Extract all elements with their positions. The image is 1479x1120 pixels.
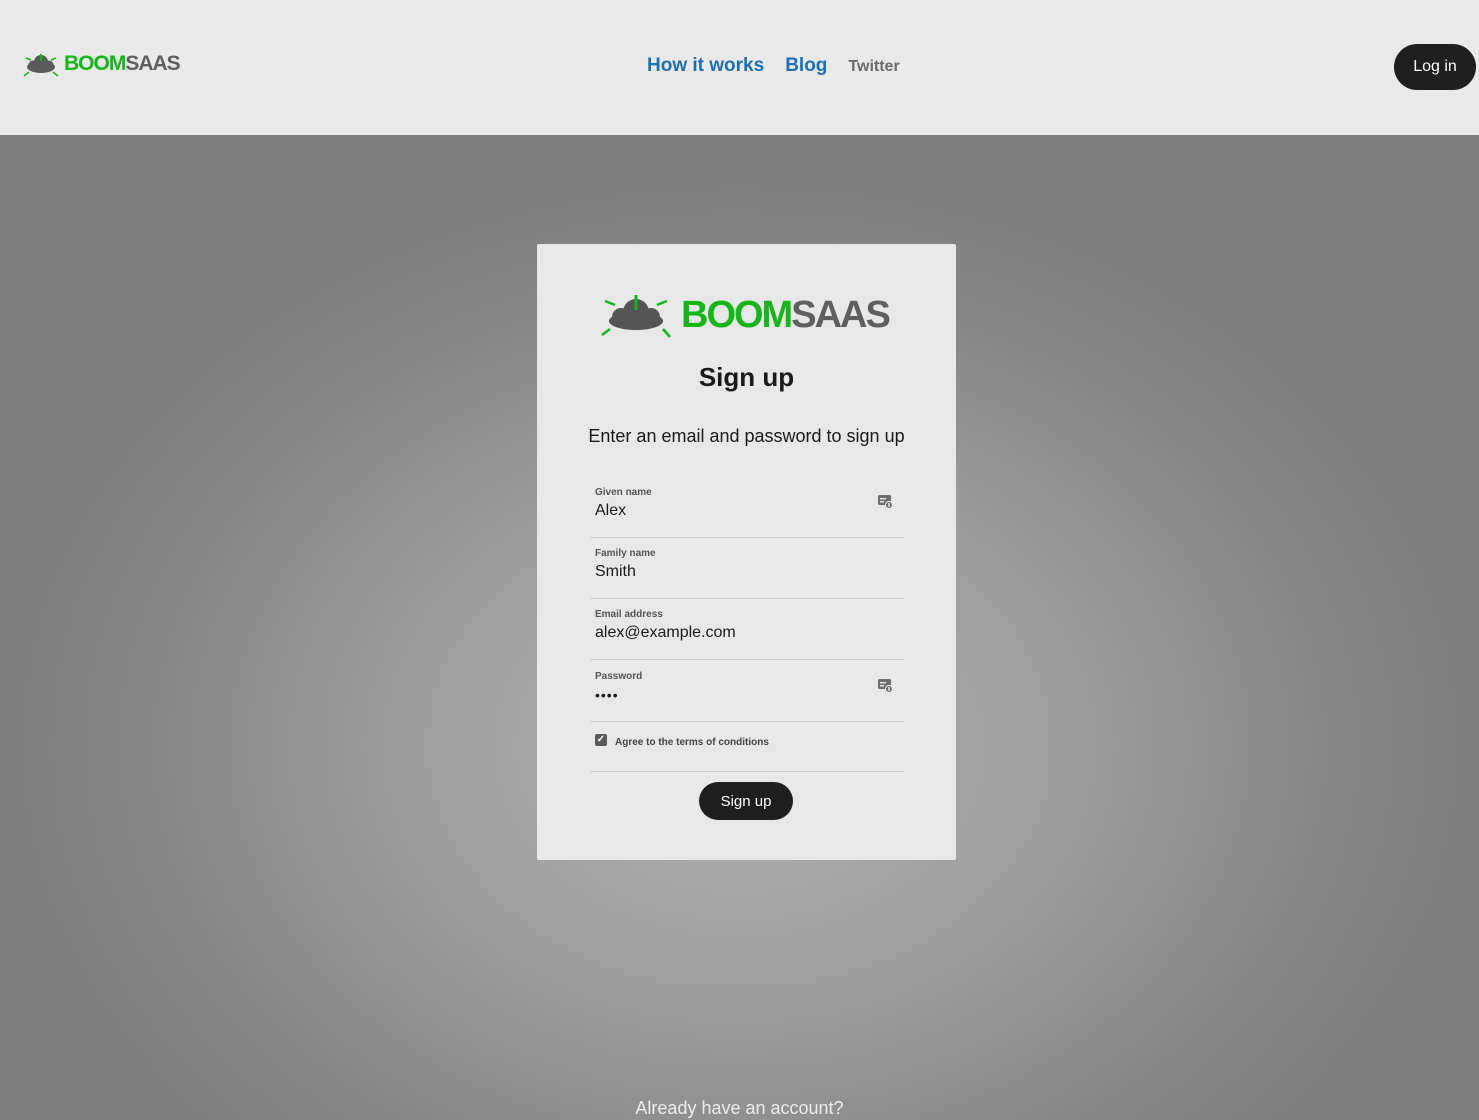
password-input[interactable] <box>595 683 865 707</box>
signup-card: BOOMSAAS Sign up Enter an email and pass… <box>537 244 956 860</box>
already-have-account-link[interactable]: Already have an account? <box>0 1098 1479 1119</box>
logo-word-saas: SAAS <box>125 52 180 75</box>
logo-wordmark: BOOMSAAS <box>681 292 891 338</box>
signup-instructions: Enter an email and password to sign up <box>588 426 905 446</box>
page-title: Sign up <box>698 362 795 392</box>
email-input[interactable] <box>595 621 865 645</box>
nav-blog[interactable]: Blog <box>785 55 827 77</box>
email-label: Email address <box>595 609 663 620</box>
nav-twitter[interactable]: Twitter <box>848 58 899 76</box>
logo-wordmark: BOOMSAAS <box>64 50 181 78</box>
signup-button[interactable]: Sign up <box>699 782 793 820</box>
contact-card-icon[interactable] <box>877 677 893 693</box>
family-name-input[interactable] <box>595 560 865 584</box>
main-nav: How it works Blog Twitter <box>647 55 900 77</box>
contact-card-icon[interactable] <box>877 493 893 509</box>
terms-label[interactable]: Agree to the terms of conditions <box>615 737 769 748</box>
cloud-power-icon <box>601 295 671 338</box>
logo-word-boom: BOOM <box>64 52 126 75</box>
login-button[interactable]: Log in <box>1394 44 1476 90</box>
family-name-field[interactable]: Family name <box>590 538 904 599</box>
nav-how-it-works[interactable]: How it works <box>647 55 764 77</box>
given-name-input[interactable] <box>595 499 865 523</box>
checkmark-icon: ✓ <box>596 734 606 745</box>
family-name-label: Family name <box>595 548 656 559</box>
given-name-label: Given name <box>595 487 652 498</box>
header-logo[interactable]: BOOMSAAS <box>22 50 181 78</box>
card-logo: BOOMSAAS <box>599 292 891 338</box>
given-name-field[interactable]: Given name <box>590 477 904 538</box>
password-label: Password <box>595 671 643 682</box>
email-field[interactable]: Email address <box>590 599 904 660</box>
cloud-power-icon <box>23 54 59 77</box>
top-header: BOOMSAAS How it works Blog Twitter Log i… <box>0 0 1479 135</box>
logo-word-saas: SAAS <box>791 294 891 336</box>
terms-checkbox[interactable]: ✓ <box>595 734 607 746</box>
logo-word-boom: BOOM <box>681 294 793 336</box>
terms-row: ✓ Agree to the terms of conditions <box>590 713 904 772</box>
